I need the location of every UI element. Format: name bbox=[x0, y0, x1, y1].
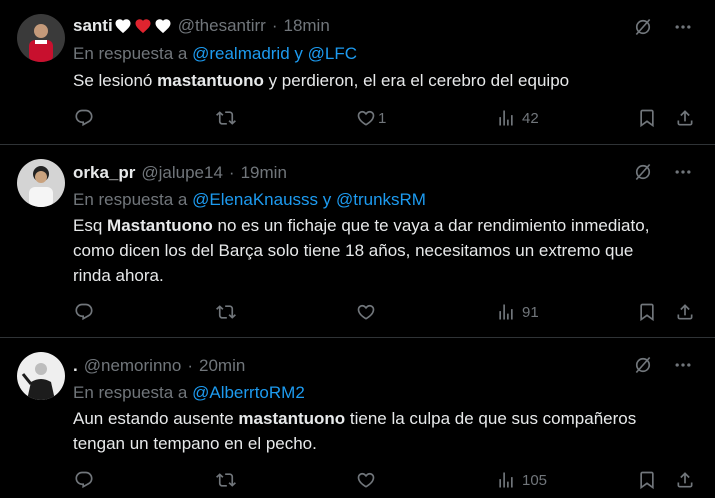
repost-icon bbox=[216, 470, 236, 490]
like-count: 1 bbox=[378, 109, 387, 127]
reply-context: En respuesta a @ElenaKnausss y @trunksRM bbox=[73, 190, 426, 210]
like-button[interactable] bbox=[356, 302, 376, 322]
user-name[interactable]: santi bbox=[73, 16, 113, 36]
share-icon bbox=[675, 302, 695, 322]
more-icon[interactable] bbox=[673, 17, 693, 37]
repost-icon bbox=[216, 108, 236, 128]
share-button[interactable] bbox=[675, 302, 695, 322]
views-icon bbox=[496, 108, 516, 128]
separator: · bbox=[271, 16, 278, 35]
bookmark-button[interactable] bbox=[637, 302, 657, 322]
red-heart-icon bbox=[134, 17, 152, 35]
more-icon[interactable] bbox=[673, 162, 693, 182]
reply-prefix: En respuesta a bbox=[73, 190, 188, 209]
reply-icon bbox=[74, 470, 94, 490]
timestamp[interactable]: 19min bbox=[241, 163, 287, 183]
white-heart-icon bbox=[154, 17, 172, 35]
emoji-hearts bbox=[114, 17, 172, 35]
grok-icon[interactable] bbox=[633, 162, 653, 182]
user-name[interactable]: orka_pr bbox=[73, 163, 135, 183]
share-icon bbox=[675, 470, 695, 490]
view-count: 91 bbox=[522, 303, 539, 321]
bookmark-button[interactable] bbox=[637, 108, 657, 128]
avatar-orka[interactable] bbox=[17, 159, 65, 207]
reply-mentions[interactable]: @AlberrtoRM2 bbox=[192, 383, 305, 402]
repost-button[interactable] bbox=[216, 302, 236, 322]
views-button[interactable]: 91 bbox=[496, 302, 539, 322]
repost-icon bbox=[216, 302, 236, 322]
avatar[interactable] bbox=[17, 352, 65, 400]
like-icon bbox=[356, 108, 376, 128]
bookmark-button[interactable] bbox=[637, 470, 657, 490]
user-handle[interactable]: @thesantirr bbox=[178, 16, 266, 36]
timestamp[interactable]: 18min bbox=[283, 16, 329, 36]
bookmark-icon bbox=[637, 108, 657, 128]
views-button[interactable]: 105 bbox=[496, 470, 547, 490]
reply-icon bbox=[74, 302, 94, 322]
timestamp[interactable]: 20min bbox=[199, 356, 245, 376]
reply-button[interactable] bbox=[74, 470, 94, 490]
tweet-2-content: orka_pr @jalupe14 · 19min En respuesta a… bbox=[0, 145, 715, 338]
separator: · bbox=[228, 163, 235, 182]
reply-context: En respuesta a @AlberrtoRM2 bbox=[73, 383, 305, 403]
bookmark-icon bbox=[637, 470, 657, 490]
views-icon bbox=[496, 302, 516, 322]
user-handle[interactable]: @jalupe14 bbox=[141, 163, 223, 183]
share-icon bbox=[675, 108, 695, 128]
view-count: 42 bbox=[522, 109, 539, 127]
tweet-3[interactable]: . @nemorinno · 20min En respuesta a @Alb… bbox=[0, 338, 715, 498]
reply-icon bbox=[74, 108, 94, 128]
user-name[interactable]: . bbox=[73, 356, 78, 376]
grok-icon[interactable] bbox=[633, 355, 653, 375]
like-icon bbox=[356, 470, 376, 490]
views-icon bbox=[496, 470, 516, 490]
reply-prefix: En respuesta a bbox=[73, 44, 188, 63]
separator: · bbox=[187, 356, 193, 375]
reply-button[interactable] bbox=[74, 302, 94, 322]
like-icon bbox=[356, 302, 376, 322]
share-button[interactable] bbox=[675, 470, 695, 490]
like-button[interactable] bbox=[356, 470, 376, 490]
reply-mentions[interactable]: @realmadrid y @LFC bbox=[192, 44, 357, 63]
like-button[interactable]: 1 bbox=[356, 108, 386, 128]
tweet-text: Aun estando ausente mastantuono tiene la… bbox=[73, 409, 637, 453]
view-count: 105 bbox=[522, 471, 548, 489]
repost-button[interactable] bbox=[216, 470, 236, 490]
grok-icon[interactable] bbox=[633, 17, 653, 37]
user-handle[interactable]: @nemorinno bbox=[84, 356, 182, 376]
tweet-text: Se lesionó mastantuono y perdieron, el e… bbox=[73, 71, 570, 90]
reply-button[interactable] bbox=[74, 108, 94, 128]
tweet-text: Esq Mastantuono no es un fichaje que te … bbox=[73, 216, 650, 285]
white-heart-icon bbox=[114, 17, 132, 35]
views-button[interactable]: 42 bbox=[496, 108, 539, 128]
repost-button[interactable] bbox=[216, 108, 236, 128]
reply-context: En respuesta a @realmadrid y @LFC bbox=[73, 44, 357, 64]
avatar[interactable] bbox=[17, 14, 65, 62]
more-icon[interactable] bbox=[673, 355, 693, 375]
bookmark-icon bbox=[637, 302, 657, 322]
reply-mentions[interactable]: @ElenaKnausss y @trunksRM bbox=[192, 190, 426, 209]
reply-prefix: En respuesta a bbox=[73, 383, 188, 402]
share-button[interactable] bbox=[675, 108, 695, 128]
tweet-1[interactable]: santi @thesantirr · 18min En respuesta a… bbox=[0, 0, 715, 145]
